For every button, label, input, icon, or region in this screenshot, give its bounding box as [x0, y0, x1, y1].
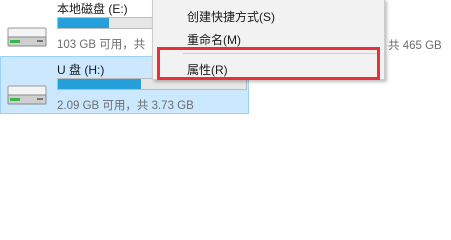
drive-name: 本地磁盘 (E:) — [57, 2, 128, 16]
usage-bar-fill — [58, 79, 141, 89]
drive-info: 103 GB 可用，共 — [57, 39, 146, 51]
drive-info: 2.09 GB 可用，共 3.73 GB — [57, 100, 194, 112]
usb-drive-icon — [7, 84, 47, 109]
highlight-box — [157, 47, 380, 80]
usage-bar-fill — [58, 18, 109, 28]
drive-capacity-text: 共 465 GB — [388, 40, 442, 52]
menu-item-rename[interactable]: 重命名(M) — [187, 31, 241, 48]
hard-drive-icon — [7, 26, 47, 51]
drive-name: U 盘 (H:) — [57, 63, 105, 77]
menu-item-create-shortcut[interactable]: 创建快捷方式(S) — [187, 8, 275, 25]
